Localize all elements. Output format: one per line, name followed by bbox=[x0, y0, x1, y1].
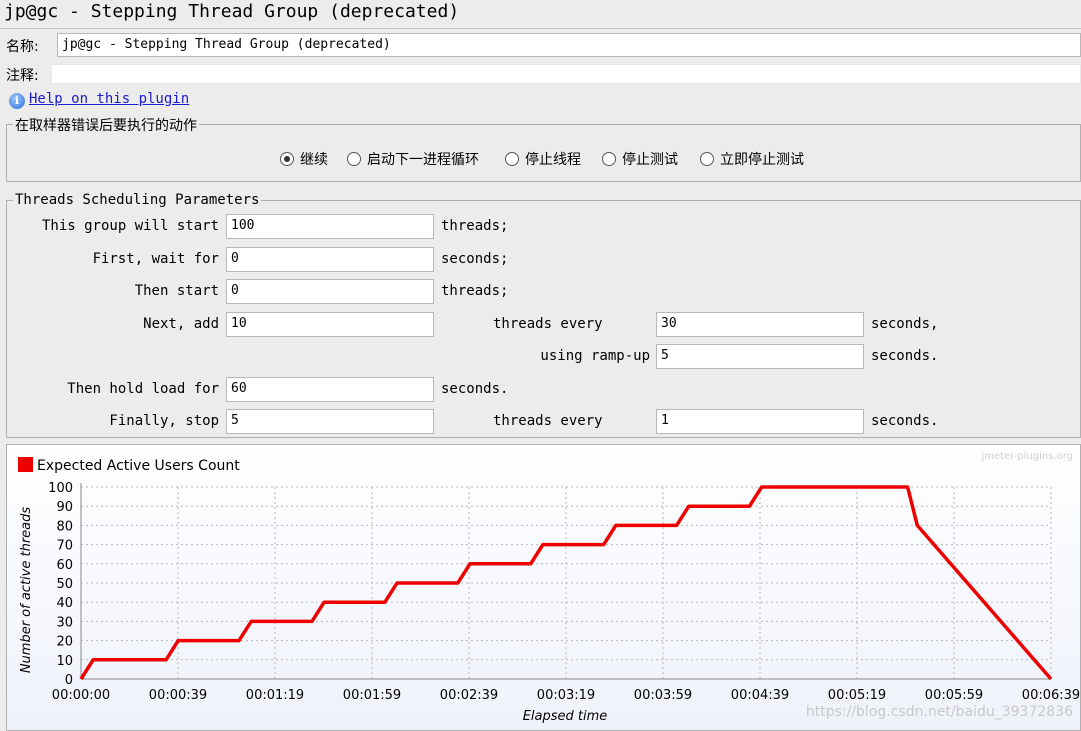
ramp-up-label: using ramp-up bbox=[540, 348, 650, 364]
radio-stop-thread[interactable]: 停止线程 bbox=[505, 149, 581, 169]
start-threads-label: This group will start bbox=[41, 218, 219, 234]
stop-every-label: threads every bbox=[493, 413, 603, 429]
y-tick-label: 90 bbox=[56, 500, 73, 515]
y-axis-label: Number of active threads bbox=[19, 507, 34, 674]
x-tick-label: 00:01:59 bbox=[343, 688, 401, 703]
active-threads-chart: 0 10 20 30 40 50 60 70 80 90 100 00:00:00 00:00:39 00… bbox=[7, 445, 1080, 730]
next-add-input[interactable]: 10 bbox=[226, 312, 434, 337]
radio-stop-test-now-label: 立即停止测试 bbox=[720, 152, 804, 168]
radio-continue[interactable]: 继续 bbox=[280, 149, 328, 169]
radio-continue-label: 继续 bbox=[300, 152, 328, 168]
radio-start-next-loop-label: 启动下一进程循环 bbox=[367, 152, 479, 168]
name-label: 名称: bbox=[6, 39, 39, 55]
x-tick-label: 00:02:39 bbox=[440, 688, 498, 703]
x-tick-label: 00:05:19 bbox=[828, 688, 886, 703]
info-icon: i bbox=[9, 93, 25, 109]
legend-swatch bbox=[18, 457, 33, 472]
ramp-up-unit: seconds. bbox=[871, 348, 939, 364]
y-tick-label: 20 bbox=[56, 635, 73, 650]
hold-unit: seconds. bbox=[441, 381, 509, 397]
comment-label: 注释: bbox=[6, 68, 39, 84]
radio-stop-test-label: 停止测试 bbox=[622, 152, 678, 168]
error-action-title: 在取样器错误后要执行的动作 bbox=[13, 115, 199, 135]
name-input[interactable]: jp@gc - Stepping Thread Group (deprecate… bbox=[57, 33, 1081, 57]
x-tick-label: 00:03:59 bbox=[634, 688, 692, 703]
then-start-unit: threads; bbox=[441, 283, 509, 299]
x-tick-label: 00:04:39 bbox=[731, 688, 789, 703]
y-tick-label: 70 bbox=[56, 539, 73, 554]
csdn-watermark: https://blog.csdn.net/baidu_39372836 bbox=[806, 704, 1073, 720]
y-tick-label: 10 bbox=[56, 654, 73, 669]
stop-every-unit: seconds. bbox=[871, 413, 939, 429]
jmeter-plugins-watermark: jmeter-plugins.org bbox=[980, 451, 1073, 462]
y-tick-label: 60 bbox=[56, 558, 73, 573]
y-tick-label: 40 bbox=[56, 596, 73, 611]
wait-label: First, wait for bbox=[92, 251, 219, 267]
title-divider bbox=[0, 28, 1081, 29]
help-link[interactable]: Help on this plugin bbox=[29, 91, 189, 107]
radio-start-next-loop[interactable]: 启动下一进程循环 bbox=[347, 149, 479, 169]
radio-continue-circle bbox=[280, 152, 294, 166]
radio-stop-thread-label: 停止线程 bbox=[525, 152, 581, 168]
start-threads-unit: threads; bbox=[441, 218, 509, 234]
wait-input[interactable]: 0 bbox=[226, 247, 434, 272]
radio-start-next-loop-circle bbox=[347, 152, 361, 166]
window-title: jp@gc - Stepping Thread Group (deprecate… bbox=[4, 1, 460, 22]
threads-every-label: threads every bbox=[493, 316, 603, 332]
x-tick-label: 00:01:19 bbox=[246, 688, 304, 703]
radio-stop-test-now[interactable]: 立即停止测试 bbox=[700, 149, 804, 169]
threads-every-input[interactable]: 30 bbox=[656, 312, 864, 337]
y-tick-label: 50 bbox=[56, 577, 73, 592]
x-tick-label: 00:00:00 bbox=[52, 688, 110, 703]
y-tick-label: 0 bbox=[65, 673, 73, 688]
x-tick-label: 00:06:39 bbox=[1022, 688, 1080, 703]
y-tick-label: 30 bbox=[56, 615, 73, 630]
x-tick-label: 00:03:19 bbox=[537, 688, 595, 703]
start-threads-input[interactable]: 100 bbox=[226, 214, 434, 239]
x-tick-label: 00:05:59 bbox=[925, 688, 983, 703]
comment-input[interactable] bbox=[51, 64, 1081, 84]
hold-label: Then hold load for bbox=[67, 381, 219, 397]
radio-stop-thread-circle bbox=[505, 152, 519, 166]
x-axis-label: Elapsed time bbox=[523, 709, 608, 724]
stop-every-input[interactable]: 1 bbox=[656, 409, 864, 434]
wait-unit: seconds; bbox=[441, 251, 509, 267]
radio-stop-test[interactable]: 停止测试 bbox=[602, 149, 678, 169]
y-tick-label: 80 bbox=[56, 519, 73, 534]
ramp-up-input[interactable]: 5 bbox=[656, 344, 864, 369]
scheduling-title: Threads Scheduling Parameters bbox=[13, 192, 262, 208]
chart-panel: 0 10 20 30 40 50 60 70 80 90 100 00:00:00 00:00:39 00… bbox=[6, 444, 1081, 731]
next-add-label: Next, add bbox=[143, 316, 219, 332]
then-start-input[interactable]: 0 bbox=[226, 279, 434, 304]
x-tick-label: 00:00:39 bbox=[149, 688, 207, 703]
hold-input[interactable]: 60 bbox=[226, 377, 434, 402]
then-start-label: Then start bbox=[134, 283, 219, 299]
threads-every-unit: seconds, bbox=[871, 316, 939, 332]
y-tick-label: 100 bbox=[48, 481, 73, 496]
stop-label: Finally, stop bbox=[109, 413, 219, 429]
legend-label: Expected Active Users Count bbox=[37, 458, 240, 474]
radio-stop-test-now-circle bbox=[700, 152, 714, 166]
radio-stop-test-circle bbox=[602, 152, 616, 166]
stop-input[interactable]: 5 bbox=[226, 409, 434, 434]
